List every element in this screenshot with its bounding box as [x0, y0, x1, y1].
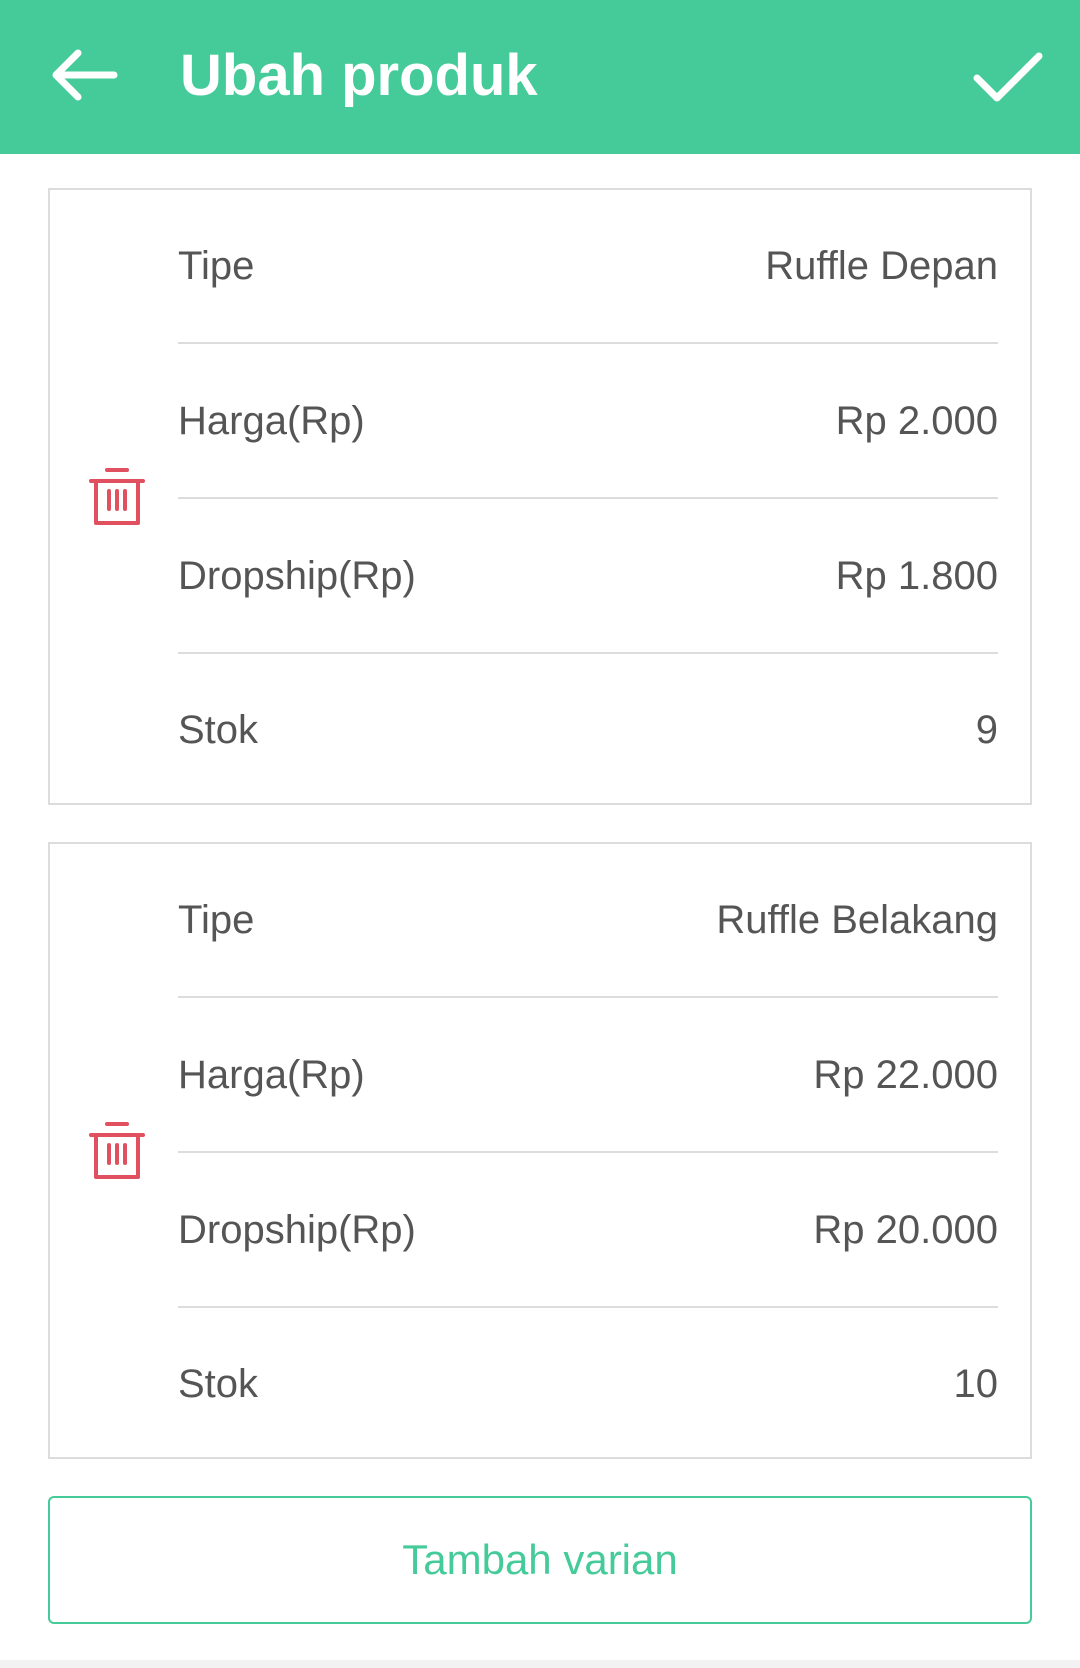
variant-type-row[interactable]: Tipe Ruffle Depan	[178, 190, 998, 344]
app-bar: Ubah produk	[0, 0, 1080, 154]
variant-dropship-row[interactable]: Dropship(Rp) Rp 20.000	[178, 1154, 998, 1308]
delete-variant-button[interactable]	[80, 460, 154, 534]
field-label: Dropship(Rp)	[178, 1207, 416, 1252]
field-label: Tipe	[178, 897, 255, 942]
back-button[interactable]	[38, 30, 128, 120]
field-value: Ruffle Belakang	[716, 897, 998, 942]
field-label: Stok	[178, 707, 259, 752]
variant-price-row[interactable]: Harga(Rp) Rp 22.000	[178, 999, 998, 1153]
field-value: Rp 2.000	[835, 398, 998, 443]
check-icon	[973, 52, 1043, 102]
field-value: 10	[953, 1361, 999, 1406]
field-value: 9	[975, 707, 998, 752]
arrow-left-icon	[52, 49, 118, 101]
variant-stock-row[interactable]: Stok 10	[178, 1309, 998, 1459]
trash-icon	[89, 468, 145, 525]
variant-type-row[interactable]: Tipe Ruffle Belakang	[178, 844, 998, 998]
variant-dropship-row[interactable]: Dropship(Rp) Rp 1.800	[178, 500, 998, 654]
variant-stock-row[interactable]: Stok 9	[178, 655, 998, 805]
variant-card: Tipe Ruffle Belakang Harga(Rp) Rp 22.000…	[48, 842, 1032, 1459]
trash-icon	[89, 1122, 145, 1179]
delete-variant-button[interactable]	[80, 1114, 154, 1188]
variant-card: Tipe Ruffle Depan Harga(Rp) Rp 2.000 Dro…	[48, 188, 1032, 805]
field-value: Ruffle Depan	[765, 243, 998, 288]
field-value: Rp 1.800	[835, 553, 998, 598]
save-button[interactable]	[960, 30, 1056, 126]
content-area: Tipe Ruffle Depan Harga(Rp) Rp 2.000 Dro…	[0, 154, 1080, 1660]
field-label: Dropship(Rp)	[178, 553, 416, 598]
field-value: Rp 22.000	[813, 1052, 998, 1097]
field-label: Tipe	[178, 243, 255, 288]
variant-price-row[interactable]: Harga(Rp) Rp 2.000	[178, 345, 998, 499]
bottom-divider	[0, 1660, 1080, 1668]
field-label: Harga(Rp)	[178, 1052, 365, 1097]
field-value: Rp 20.000	[813, 1207, 998, 1252]
field-label: Stok	[178, 1361, 259, 1406]
field-label: Harga(Rp)	[178, 398, 365, 443]
add-variant-button[interactable]: Tambah varian	[48, 1496, 1032, 1624]
page-title: Ubah produk	[180, 43, 538, 108]
